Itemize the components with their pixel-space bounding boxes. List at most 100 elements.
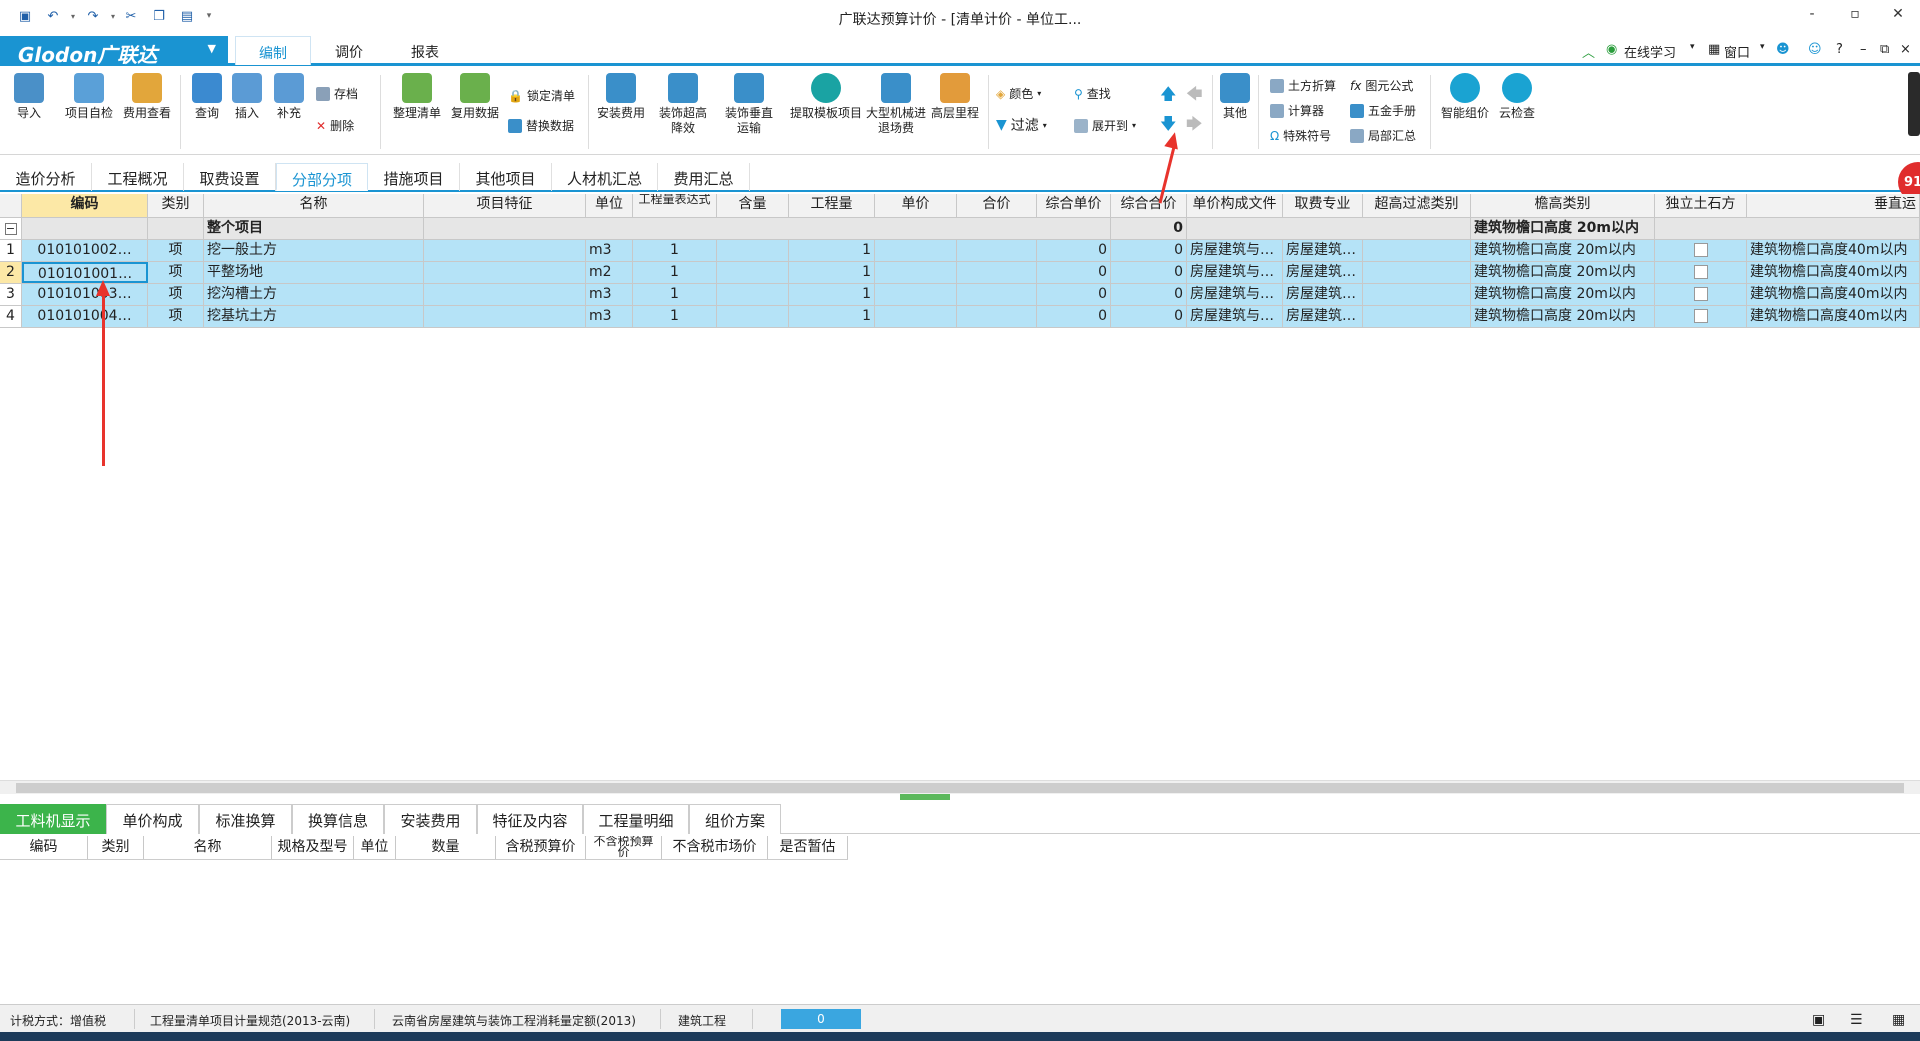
tab-standard-conversion[interactable]: 标准换算 <box>199 804 292 834</box>
replace-data-button[interactable]: 替换数据 <box>508 117 574 134</box>
cell-sum[interactable] <box>957 262 1037 283</box>
cell-quantity[interactable]: 1 <box>789 240 875 261</box>
expand-to-button[interactable]: 展开到 ▾ <box>1074 117 1136 134</box>
partial-summary-button[interactable]: 局部汇总 <box>1350 127 1416 144</box>
cell-code[interactable]: 010101001… <box>22 262 148 283</box>
import-button[interactable]: 导入 <box>0 73 58 121</box>
header-content[interactable]: 含量 <box>717 194 789 217</box>
element-formula-button[interactable]: fx 图元公式 <box>1350 77 1413 94</box>
cell-feature[interactable] <box>424 240 586 261</box>
sub-restore-button[interactable]: ⧉ <box>1880 42 1889 57</box>
ribbon-scrollbar[interactable] <box>1908 72 1920 136</box>
table-row[interactable]: 1 010101002… 项挖一般土方 m3 1 1 0 0 房屋建筑与… 房屋建筑… 建筑物檐口高… <box>0 240 1920 262</box>
col-unit[interactable]: 单位 <box>354 836 396 859</box>
cell-earthwork[interactable] <box>1655 262 1747 283</box>
table-row[interactable]: 3 010101003… 项挖沟槽土方 m3 1 1 0 0 房屋建筑与… 房屋建筑… 建筑物檐口高… <box>0 284 1920 306</box>
online-learning-icon[interactable]: ◉ <box>1606 42 1617 57</box>
cell-vertical[interactable]: 建筑物檐口高度40m以内 <box>1747 262 1920 283</box>
header-type[interactable]: 类别 <box>148 194 204 217</box>
tab-cost-analysis[interactable]: 造价分析 <box>0 163 92 191</box>
cell-composite-total[interactable]: 0 <box>1111 240 1187 261</box>
tab-labor-material-machine[interactable]: 人材机汇总 <box>552 163 658 191</box>
cell-eave-height[interactable]: 建筑物檐口高度 20m以内 <box>1471 240 1655 261</box>
cell-earthwork[interactable] <box>1655 284 1747 305</box>
header-unit[interactable]: 单位 <box>586 194 633 217</box>
cell-fee-major[interactable]: 房屋建筑… <box>1283 306 1363 327</box>
cell-unit-price[interactable] <box>875 262 957 283</box>
group-eave-height[interactable]: 建筑物檐口高度 20m以内 <box>1471 218 1655 239</box>
cell-unit[interactable]: m3 <box>586 240 633 261</box>
col-amount[interactable]: 数量 <box>396 836 496 859</box>
cell-name[interactable]: 挖一般土方 <box>204 240 424 261</box>
calculator-button[interactable]: 计算器 <box>1270 102 1324 119</box>
cell-type[interactable]: 项 <box>148 306 204 327</box>
window-menu[interactable]: 窗口 <box>1724 42 1750 61</box>
help-button[interactable]: ? <box>1836 42 1843 57</box>
cell-type[interactable]: 项 <box>148 284 204 305</box>
color-button[interactable]: ◈ 颜色 ▾ <box>996 85 1041 102</box>
cell-sum[interactable] <box>957 240 1037 261</box>
view-list-icon[interactable]: ☰ <box>1850 1012 1863 1028</box>
col-name[interactable]: 名称 <box>144 836 272 859</box>
cell-expression[interactable]: 1 <box>633 240 717 261</box>
cell-unit[interactable]: m3 <box>586 284 633 305</box>
menu-tab-edit[interactable]: 编制 <box>235 36 311 65</box>
organize-list-button[interactable]: 整理清单 <box>388 73 446 121</box>
cell-unit-price[interactable] <box>875 306 957 327</box>
col-spec[interactable]: 规格及型号 <box>272 836 354 859</box>
tab-pricing-plan[interactable]: 组价方案 <box>689 804 781 834</box>
cell-feature[interactable] <box>424 284 586 305</box>
minimize-button[interactable]: - <box>1797 6 1827 28</box>
cell-eave-height[interactable]: 建筑物檐口高度 20m以内 <box>1471 284 1655 305</box>
filter-button[interactable]: ▼ 过滤 ▾ <box>996 115 1047 135</box>
cell-expression[interactable]: 1 <box>633 262 717 283</box>
horizontal-scrollbar[interactable] <box>0 780 1920 794</box>
decor-height-button[interactable]: 装饰超高降效 <box>654 73 712 136</box>
tab-sub-items[interactable]: 分部分项 <box>276 163 368 191</box>
cell-content[interactable] <box>717 262 789 283</box>
cell-composite-total[interactable]: 0 <box>1111 284 1187 305</box>
header-composite-total[interactable]: 综合合价 <box>1111 194 1187 217</box>
sub-close-button[interactable]: × <box>1900 42 1911 57</box>
special-symbol-button[interactable]: Ω 特殊符号 <box>1270 127 1331 144</box>
cell-content[interactable] <box>717 240 789 261</box>
header-price-file[interactable]: 单价构成文件 <box>1187 194 1283 217</box>
cell-name[interactable]: 挖基坑土方 <box>204 306 424 327</box>
cell-vertical[interactable]: 建筑物檐口高度40m以内 <box>1747 284 1920 305</box>
project-self-check-button[interactable]: 项目自检 <box>60 73 118 121</box>
cell-type[interactable]: 项 <box>148 262 204 283</box>
cell-price-file[interactable]: 房屋建筑与… <box>1187 240 1283 261</box>
learning-dropdown-icon[interactable]: ▾ <box>1690 42 1695 52</box>
service-icon[interactable]: ☺ <box>1808 42 1822 57</box>
high-rise-button[interactable]: 高层里程 <box>926 73 984 121</box>
cell-earthwork[interactable] <box>1655 306 1747 327</box>
cell-code[interactable]: 010101003… <box>22 284 148 305</box>
app-logo[interactable]: Glodon广联达 ▼ <box>0 36 228 67</box>
header-vertical[interactable]: 垂直运 <box>1747 194 1920 217</box>
sub-minimize-button[interactable]: – <box>1860 42 1867 57</box>
move-up-button[interactable]: 🡅 <box>1160 83 1176 110</box>
cell-composite-total[interactable]: 0 <box>1111 306 1187 327</box>
header-qty-expression[interactable]: 工程量表达式 <box>633 194 717 217</box>
lock-list-button[interactable]: 🔒 锁定清单 <box>508 87 575 104</box>
install-fee-button[interactable]: 安装费用 <box>592 73 650 121</box>
earthwork-checkbox[interactable] <box>1693 243 1708 257</box>
cell-unit-price[interactable] <box>875 240 957 261</box>
cell-code[interactable]: 010101004… <box>22 306 148 327</box>
cloud-check-button[interactable]: 云检查 <box>1488 73 1546 121</box>
cell-composite-price[interactable]: 0 <box>1037 306 1111 327</box>
cell-expression[interactable]: 1 <box>633 306 717 327</box>
scrollbar-thumb[interactable] <box>16 783 1904 793</box>
supplement-button[interactable]: 补充 <box>260 73 318 121</box>
cell-composite-price[interactable]: 0 <box>1037 284 1111 305</box>
move-left-button[interactable]: 🡄 <box>1186 83 1203 110</box>
cell-sum[interactable] <box>957 284 1037 305</box>
header-earthwork[interactable]: 独立土石方 <box>1655 194 1747 217</box>
cell-price-file[interactable]: 房屋建筑与… <box>1187 262 1283 283</box>
cell-composite-price[interactable]: 0 <box>1037 240 1111 261</box>
header-name[interactable]: 名称 <box>204 194 424 217</box>
col-tax-budget-price[interactable]: 含税预算价 <box>496 836 586 859</box>
restore-button[interactable]: ▫ <box>1840 6 1870 28</box>
table-row[interactable]: 4 010101004… 项挖基坑土方 m3 1 1 0 0 房屋建筑与… 房屋建筑… 建筑物檐口高… <box>0 306 1920 328</box>
cell-eave-height[interactable]: 建筑物檐口高度 20m以内 <box>1471 262 1655 283</box>
